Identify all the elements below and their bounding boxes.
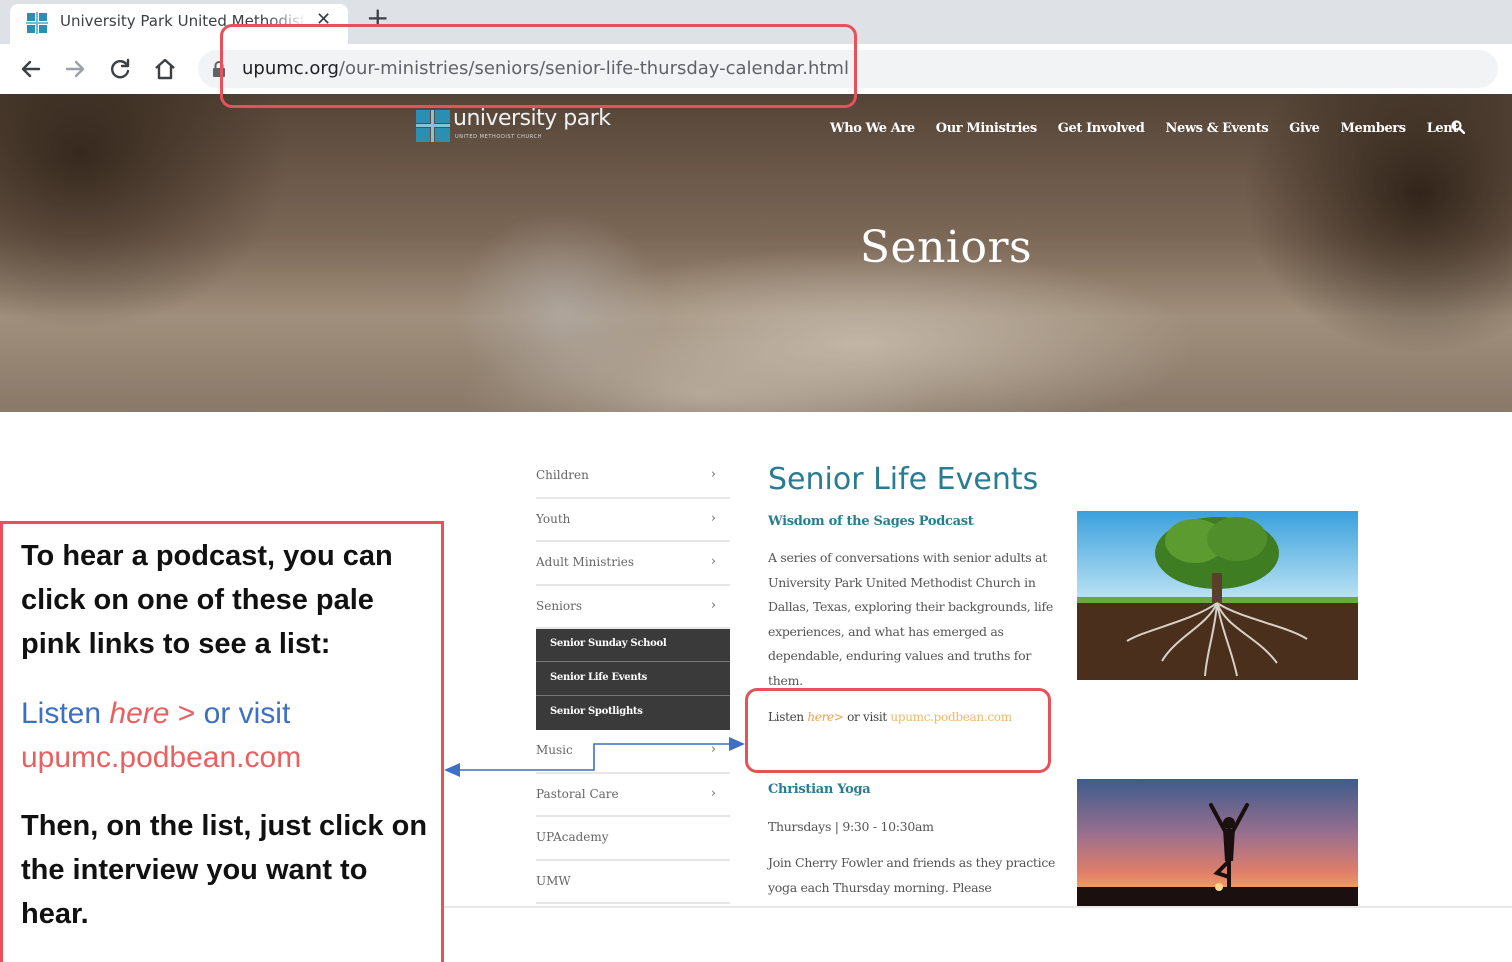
main-navigation: Who We Are Our Ministries Get Involved News…	[830, 121, 1479, 136]
seniors-submenu: Senior Sunday School Senior Life Events Se…	[536, 628, 730, 730]
chevron-right-icon: ›	[710, 554, 716, 569]
side-menu-item-music[interactable]: Music ›	[536, 730, 730, 774]
side-menu-label: Youth	[536, 511, 571, 526]
callout-link: upumc.podbean.com	[21, 741, 302, 774]
church-logo-icon	[26, 12, 48, 34]
arrow-head-left	[444, 763, 460, 777]
site-logo-text[interactable]: university park	[453, 106, 611, 131]
podcast-description: A series of conversations with senior ad…	[768, 550, 1053, 688]
side-menu-item-children[interactable]: Children ›	[536, 455, 730, 499]
callout-here-word: here	[109, 697, 170, 730]
submenu-item-senior-sunday-school[interactable]: Senior Sunday School	[536, 628, 730, 662]
forward-arrow-icon[interactable]	[60, 54, 90, 84]
submenu-item-senior-life-events[interactable]: Senior Life Events	[536, 662, 730, 696]
submenu-item-senior-spotlights[interactable]: Senior Spotlights	[536, 696, 730, 730]
callout-gt: >	[169, 697, 196, 730]
side-menu-label: Children	[536, 468, 589, 482]
reload-icon[interactable]	[105, 54, 135, 84]
nav-item-who-we-are[interactable]: Who We Are	[830, 121, 915, 136]
side-menu-item-youth[interactable]: Youth ›	[536, 499, 730, 542]
content-divider	[444, 906, 1512, 908]
side-menu-label: UMW	[536, 873, 571, 888]
callout-outro: Then, on the list, just click on the int…	[21, 810, 428, 930]
nav-item-give[interactable]: Give	[1289, 121, 1320, 136]
yoga-time: Thursdays | 9:30 - 10:30am	[768, 819, 934, 834]
search-icon[interactable]	[1451, 120, 1465, 134]
home-icon[interactable]	[150, 54, 180, 84]
callout-intro: To hear a podcast, you can click on one …	[21, 540, 393, 660]
hero-banner: university park UNITED METHODIST CHURCH …	[0, 94, 1512, 412]
nav-item-our-ministries[interactable]: Our Ministries	[936, 121, 1037, 136]
chevron-right-icon: ›	[710, 467, 716, 482]
listen-highlight-box	[745, 688, 1051, 773]
callout-or-visit: or visit	[195, 697, 291, 730]
callout-listen-word: Listen	[21, 697, 110, 730]
yoga-description: Join Cherry Fowler and friends as they p…	[768, 855, 1056, 895]
page-title: Seniors	[859, 222, 1033, 273]
nav-item-members[interactable]: Members	[1341, 121, 1407, 136]
site-logo-subtitle: UNITED METHODIST CHURCH	[455, 134, 543, 140]
side-menu-label: Music	[536, 743, 573, 757]
side-menu-item-seniors[interactable]: Seniors ›	[536, 586, 730, 629]
chevron-right-icon: ›	[710, 742, 716, 757]
yoga-sunset-image	[1077, 779, 1358, 906]
back-arrow-icon[interactable]	[16, 54, 46, 84]
nav-item-news-events[interactable]: News & Events	[1166, 121, 1269, 136]
chevron-right-icon: ›	[710, 510, 716, 526]
side-menu-item-umw[interactable]: UMW	[536, 861, 730, 904]
side-menu-label: Seniors	[536, 598, 583, 613]
side-menu-label: Adult Ministries	[536, 555, 635, 569]
nav-item-get-involved[interactable]: Get Involved	[1058, 121, 1145, 136]
tree-roots-image	[1077, 511, 1358, 680]
url-highlight-box	[220, 24, 857, 108]
church-logo-icon[interactable]	[416, 110, 450, 142]
side-menu-item-pastoral-care[interactable]: Pastoral Care ›	[536, 774, 730, 817]
chevron-right-icon: ›	[710, 785, 716, 801]
callout-listen-example: Listen here > or visit upumc.podbean.com	[21, 692, 431, 780]
content-title: Senior Life Events	[768, 462, 1039, 497]
arrow-head-right	[729, 737, 745, 751]
side-menu-label: UPAcademy	[536, 830, 609, 844]
ministries-side-menu: Children › Youth › Adult Ministries › Seniors ›…	[536, 455, 730, 904]
podcast-heading: Wisdom of the Sages Podcast	[768, 514, 974, 529]
yoga-heading: Christian Yoga	[768, 782, 871, 797]
side-menu-item-upacademy[interactable]: UPAcademy	[536, 817, 730, 861]
side-menu-label: Pastoral Care	[536, 786, 619, 801]
side-menu-item-adult-ministries[interactable]: Adult Ministries ›	[536, 542, 730, 586]
chevron-right-icon: ›	[710, 597, 716, 613]
